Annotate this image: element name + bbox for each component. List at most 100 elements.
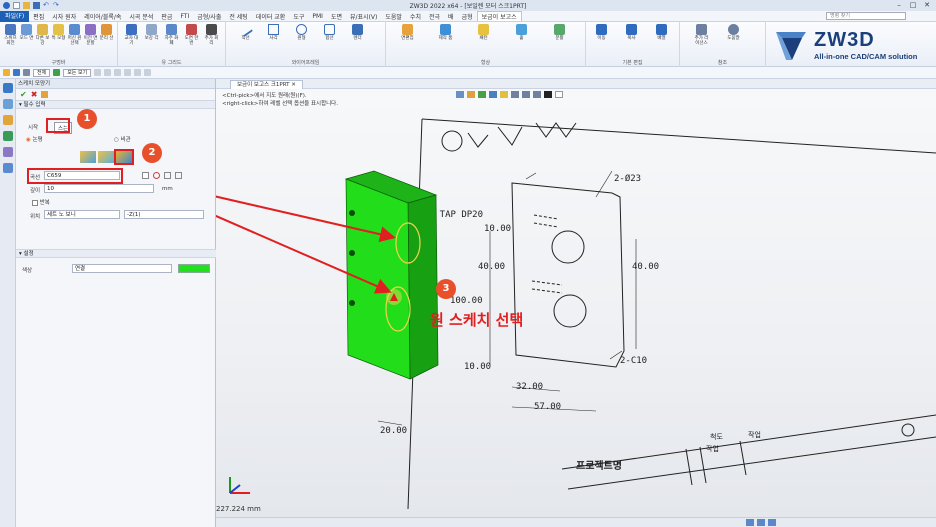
- snap-icon[interactable]: [144, 69, 152, 76]
- menu-tab[interactable]: 금형/사출: [193, 12, 225, 21]
- menu-tab[interactable]: 배: [444, 12, 458, 21]
- menu-tab[interactable]: 도구: [289, 12, 308, 21]
- menu-tab[interactable]: 뷰/표시(V): [346, 12, 381, 21]
- ribbon-button[interactable]: 추가 라이선스: [694, 24, 709, 46]
- view-dropdown[interactable]: 모든 보기: [63, 68, 92, 77]
- product-icon: [440, 24, 451, 35]
- snap-icon[interactable]: [104, 69, 112, 76]
- ribbon-button[interactable]: 렌더: [350, 24, 365, 41]
- ribbon-button[interactable]: 머신 원 선택: [67, 24, 82, 46]
- view-icon[interactable]: [53, 69, 61, 76]
- history-icon[interactable]: [2, 83, 13, 93]
- curve-icon[interactable]: [175, 172, 182, 179]
- ribbon-button[interactable]: 패턴: [476, 24, 491, 41]
- radio-right[interactable]: ○ 비관: [114, 135, 131, 143]
- ribbon-button[interactable]: 홀: [514, 24, 529, 41]
- block-mode-icon[interactable]: [80, 151, 96, 163]
- color-swatch[interactable]: [178, 264, 210, 273]
- ribbon-button[interactable]: 도면 한번: [184, 24, 199, 46]
- ribbon-button[interactable]: 이전 면분할: [83, 24, 98, 46]
- pick-icon[interactable]: [164, 172, 171, 179]
- ribbon-button[interactable]: 이동: [594, 24, 609, 41]
- graphics-viewport[interactable]: <Ctrl-pick>에서 지도 원래(원)(F). <right-click>…: [216, 89, 936, 517]
- ribbon-button[interactable]: 복사: [624, 24, 639, 41]
- radio-left[interactable]: ◉ 논평: [26, 135, 43, 143]
- menu-tab[interactable]: 시곡 분석: [125, 12, 157, 21]
- cylinder-mode-icon[interactable]: [98, 151, 114, 163]
- license-icon: [696, 24, 707, 35]
- ribbon-button[interactable]: 면편집: [400, 24, 415, 41]
- apply-icon[interactable]: [41, 91, 49, 98]
- maximize-button[interactable]: □: [906, 0, 920, 10]
- profile-mode-icon[interactable]: [114, 149, 134, 165]
- ribbon-button[interactable]: 사각: [266, 24, 281, 41]
- settings-icon[interactable]: [23, 69, 30, 76]
- ribbon-button[interactable]: 원형: [294, 24, 309, 41]
- close-tab-icon[interactable]: ✕: [291, 82, 296, 88]
- close-button[interactable]: ✕: [920, 0, 934, 10]
- snap-icon[interactable]: [134, 69, 142, 76]
- split-icon: [85, 24, 96, 35]
- pick-filter-icon[interactable]: [3, 69, 10, 76]
- view-manager-icon[interactable]: [2, 147, 13, 157]
- ribbon-button[interactable]: 분활: [552, 24, 567, 41]
- ribbon-button[interactable]: 제작 품: [438, 24, 453, 41]
- property-icon[interactable]: [2, 163, 13, 173]
- menu-tab[interactable]: 편집: [29, 12, 48, 21]
- status-icon[interactable]: [746, 519, 754, 526]
- ribbon-button[interactable]: 교자 대기: [124, 24, 139, 46]
- section-required[interactable]: ▾ 필수 입력: [16, 100, 215, 109]
- menu-tab[interactable]: FTI: [176, 13, 193, 20]
- menu-tab[interactable]: 전 세팅: [225, 12, 251, 21]
- menu-tab[interactable]: 판금: [157, 12, 176, 21]
- document-tab[interactable]: 보금이 보고스 크1PRT ✕: [230, 80, 303, 89]
- menu-tab[interactable]: PMI: [308, 13, 327, 20]
- layer-icon[interactable]: [13, 69, 20, 76]
- layer-manager-icon[interactable]: [2, 131, 13, 141]
- filter-dropdown[interactable]: 전체: [33, 68, 51, 77]
- menu-tab[interactable]: 레이어/블록/속: [80, 12, 125, 21]
- ribbon-button[interactable]: 자주 화폐: [164, 24, 179, 46]
- ribbon-button[interactable]: 스위프 회전: [3, 24, 18, 46]
- menu-tab[interactable]: 시자 원자: [48, 12, 80, 21]
- ribbon-button[interactable]: 모드 면: [19, 24, 34, 41]
- menu-tab[interactable]: 수치: [406, 12, 425, 21]
- file-menu[interactable]: 파일(F): [0, 10, 30, 22]
- snap-icon[interactable]: [114, 69, 122, 76]
- ribbon-button[interactable]: 특 모형: [51, 24, 66, 41]
- section-settings[interactable]: ▾ 설정: [16, 249, 216, 258]
- ribbon-button[interactable]: 분리 선: [99, 24, 114, 41]
- ribbon-button[interactable]: 직선: [237, 21, 254, 41]
- snap-icon[interactable]: [124, 69, 132, 76]
- surface-finish-mark: [535, 122, 577, 138]
- ribbon-button[interactable]: 도움말: [726, 24, 741, 41]
- menu-tab[interactable]: 금형: [458, 12, 477, 21]
- ok-icon[interactable]: ✔: [20, 90, 27, 99]
- position-select[interactable]: 세트 노 보니: [44, 210, 120, 219]
- repeat-checkbox[interactable]: 반복: [32, 198, 50, 206]
- menu-tab[interactable]: 도면: [327, 12, 346, 21]
- type-tab-left[interactable]: 시작: [28, 123, 38, 131]
- part-icon[interactable]: [2, 99, 13, 109]
- ribbon-button[interactable]: 다른 보강: [35, 24, 50, 46]
- ribbon-button[interactable]: 배열: [654, 24, 669, 41]
- ribbon-button[interactable]: 합선: [322, 24, 337, 41]
- color-select[interactable]: 연결: [72, 264, 172, 273]
- snap-icon[interactable]: [94, 69, 102, 76]
- command-search-input[interactable]: 명령 찾기: [826, 12, 906, 20]
- menu-tab[interactable]: 데이터 교환: [252, 12, 290, 21]
- menu-tab[interactable]: 도움말: [381, 12, 406, 21]
- status-icon[interactable]: [757, 519, 765, 526]
- menu-tab-active[interactable]: 보금이 보고스: [476, 11, 522, 21]
- depth-input[interactable]: 10: [44, 184, 154, 193]
- ribbon-button[interactable]: 보강 각: [144, 24, 159, 41]
- ribbon-button[interactable]: 추가 회리: [204, 24, 219, 46]
- cancel-icon[interactable]: ✖: [31, 90, 38, 99]
- direction-select[interactable]: -Z(1): [124, 210, 204, 219]
- status-icon[interactable]: [768, 519, 776, 526]
- cancel-pick-icon[interactable]: [153, 172, 160, 179]
- minimize-button[interactable]: –: [892, 0, 906, 10]
- assembly-icon[interactable]: [2, 115, 13, 125]
- sketch-icon[interactable]: [142, 172, 149, 179]
- menu-tab[interactable]: 전극: [425, 12, 444, 21]
